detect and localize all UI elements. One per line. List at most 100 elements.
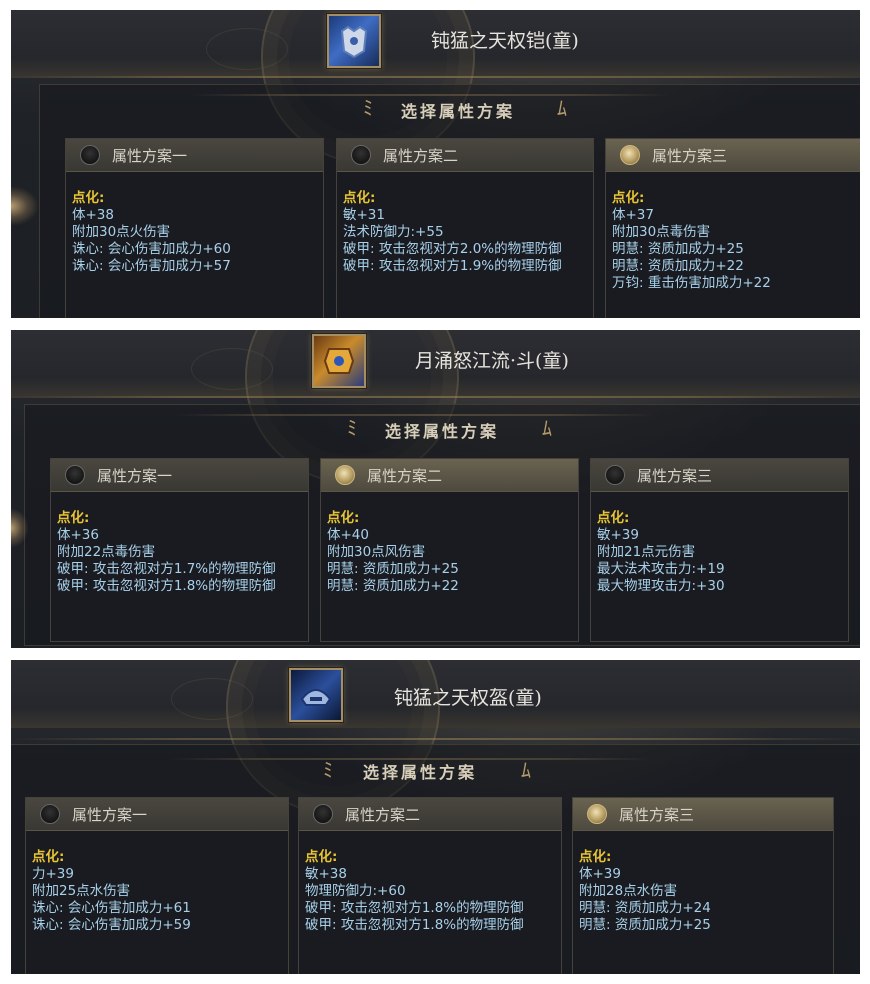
item-name: 月涌怒江流·斗(童) bbox=[415, 350, 569, 372]
attribute-line: 附加22点毒伤害 bbox=[57, 544, 156, 560]
side-ornament bbox=[11, 186, 39, 226]
scheme-label: 属性方案三 bbox=[637, 467, 713, 485]
flourish-right-icon: ﾑ bbox=[542, 416, 552, 440]
helmet-icon[interactable] bbox=[289, 668, 343, 722]
attribute-line: 体+36 bbox=[57, 527, 99, 543]
radio-button[interactable] bbox=[80, 145, 100, 165]
enchant-heading: 点化: bbox=[343, 190, 376, 206]
flourish-left-icon: ﾐ bbox=[323, 758, 333, 782]
section-title: 选择属性方案 bbox=[385, 422, 500, 441]
flourish-left-icon: ﾐ bbox=[363, 96, 373, 120]
attribute-line: 明慧: 资质加成力+25 bbox=[612, 241, 744, 257]
enchant-heading: 点化: bbox=[32, 849, 65, 865]
attribute-line: 诛心: 会心伤害加成力+57 bbox=[72, 258, 231, 274]
attribute-line: 体+38 bbox=[72, 207, 114, 223]
section-title: 选择属性方案 bbox=[401, 102, 516, 121]
header-divider bbox=[11, 738, 860, 740]
attribute-line: 敏+39 bbox=[597, 527, 639, 543]
attribute-line: 法术防御力:+55 bbox=[343, 224, 444, 240]
item-panel-2: 月涌怒江流·斗(童) ﾐ 选择属性方案 ﾑ 属性方案一 点化: 体+36 附加2… bbox=[11, 330, 860, 648]
attribute-line: 万钧: 重击伤害加成力+22 bbox=[612, 275, 771, 291]
scheme-option-1[interactable]: 属性方案一 点化: 体+38 附加30点火伤害 诛心: 会心伤害加成力+60 诛… bbox=[65, 138, 324, 318]
scheme-label: 属性方案三 bbox=[652, 147, 728, 165]
scheme-option-1[interactable]: 属性方案一 点化: 力+39 附加25点水伤害 诛心: 会心伤害加成力+61 诛… bbox=[25, 797, 289, 974]
radio-button[interactable] bbox=[605, 465, 625, 485]
side-ornament bbox=[11, 508, 29, 548]
scheme-option-3[interactable]: 属性方案三 点化: 体+37 附加30点毒伤害 明慧: 资质加成力+25 明慧:… bbox=[605, 138, 860, 318]
scheme-label: 属性方案二 bbox=[345, 806, 421, 824]
section-divider bbox=[191, 94, 671, 96]
armor-icon[interactable] bbox=[327, 14, 381, 68]
attribute-line: 明慧: 资质加成力+25 bbox=[327, 561, 459, 577]
header-divider bbox=[11, 396, 860, 398]
radio-button[interactable] bbox=[313, 804, 333, 824]
attribute-line: 最大物理攻击力:+30 bbox=[597, 578, 725, 594]
enchant-heading: 点化: bbox=[579, 849, 612, 865]
radio-button[interactable] bbox=[40, 804, 60, 824]
radio-button-selected[interactable] bbox=[587, 804, 607, 824]
attribute-line: 诛心: 会心伤害加成力+60 bbox=[72, 241, 231, 257]
enchant-heading: 点化: bbox=[327, 510, 360, 526]
attribute-line: 明慧: 资质加成力+22 bbox=[612, 258, 744, 274]
attribute-line: 附加30点火伤害 bbox=[72, 224, 171, 240]
item-name: 钝猛之天权盔(童) bbox=[394, 687, 542, 709]
scheme-option-2[interactable]: 属性方案二 点化: 敏+31 法术防御力:+55 破甲: 攻击忽视对方2.0%的… bbox=[336, 138, 594, 318]
scheme-label: 属性方案一 bbox=[112, 147, 188, 165]
header-decoration bbox=[191, 348, 273, 390]
attribute-line: 敏+38 bbox=[305, 866, 347, 882]
section-title: 选择属性方案 bbox=[363, 763, 478, 782]
attribute-line: 力+39 bbox=[32, 866, 74, 882]
scheme-option-3[interactable]: 属性方案三 点化: 体+39 附加28点水伤害 明慧: 资质加成力+24 明慧:… bbox=[572, 797, 834, 974]
attribute-line: 破甲: 攻击忽视对方2.0%的物理防御 bbox=[343, 241, 562, 257]
attribute-line: 物理防御力:+60 bbox=[305, 883, 406, 899]
attribute-line: 体+37 bbox=[612, 207, 654, 223]
radio-button[interactable] bbox=[351, 145, 371, 165]
attribute-line: 破甲: 攻击忽视对方1.8%的物理防御 bbox=[57, 578, 276, 594]
header-decoration bbox=[171, 678, 253, 720]
item-panel-1: 钝猛之天权铠(童) ﾐ 选择属性方案 ﾑ 属性方案一 点化: 体+38 附加30… bbox=[11, 10, 860, 318]
attribute-line: 破甲: 攻击忽视对方1.8%的物理防御 bbox=[305, 900, 524, 916]
attribute-line: 明慧: 资质加成力+24 bbox=[579, 900, 711, 916]
header-divider bbox=[11, 76, 860, 78]
attribute-line: 体+40 bbox=[327, 527, 369, 543]
attribute-line: 诛心: 会心伤害加成力+59 bbox=[32, 917, 191, 933]
attribute-line: 附加25点水伤害 bbox=[32, 883, 131, 899]
attribute-line: 明慧: 资质加成力+25 bbox=[579, 917, 711, 933]
attribute-line: 附加30点风伤害 bbox=[327, 544, 426, 560]
attribute-line: 明慧: 资质加成力+22 bbox=[327, 578, 459, 594]
enchant-heading: 点化: bbox=[612, 190, 645, 206]
scheme-label: 属性方案三 bbox=[619, 806, 695, 824]
attribute-line: 最大法术攻击力:+19 bbox=[597, 561, 725, 577]
attribute-line: 诛心: 会心伤害加成力+61 bbox=[32, 900, 191, 916]
scheme-option-3[interactable]: 属性方案三 点化: 敏+39 附加21点元伤害 最大法术攻击力:+19 最大物理… bbox=[590, 458, 849, 642]
scheme-label: 属性方案一 bbox=[72, 806, 148, 824]
item-name: 钝猛之天权铠(童) bbox=[431, 30, 579, 52]
flourish-left-icon: ﾐ bbox=[347, 416, 357, 440]
header-decoration bbox=[206, 28, 288, 70]
enchant-heading: 点化: bbox=[597, 510, 630, 526]
enchant-heading: 点化: bbox=[57, 510, 90, 526]
radio-button-selected[interactable] bbox=[620, 145, 640, 165]
attribute-line: 敏+31 bbox=[343, 207, 385, 223]
scheme-option-2[interactable]: 属性方案二 点化: 敏+38 物理防御力:+60 破甲: 攻击忽视对方1.8%的… bbox=[298, 797, 562, 974]
flourish-right-icon: ﾑ bbox=[521, 758, 531, 782]
attribute-line: 附加21点元伤害 bbox=[597, 544, 696, 560]
enchant-heading: 点化: bbox=[72, 190, 105, 206]
radio-button-selected[interactable] bbox=[335, 465, 355, 485]
attribute-line: 破甲: 攻击忽视对方1.7%的物理防御 bbox=[57, 561, 276, 577]
attribute-line: 附加28点水伤害 bbox=[579, 883, 678, 899]
bracer-icon[interactable] bbox=[312, 334, 366, 388]
scheme-option-1[interactable]: 属性方案一 点化: 体+36 附加22点毒伤害 破甲: 攻击忽视对方1.7%的物… bbox=[50, 458, 309, 642]
scheme-label: 属性方案二 bbox=[367, 467, 443, 485]
attribute-line: 破甲: 攻击忽视对方1.9%的物理防御 bbox=[343, 258, 562, 274]
scheme-label: 属性方案一 bbox=[97, 467, 173, 485]
attribute-line: 破甲: 攻击忽视对方1.8%的物理防御 bbox=[305, 917, 524, 933]
scheme-label: 属性方案二 bbox=[383, 147, 459, 165]
radio-button[interactable] bbox=[65, 465, 85, 485]
scheme-option-2[interactable]: 属性方案二 点化: 体+40 附加30点风伤害 明慧: 资质加成力+25 明慧:… bbox=[320, 458, 579, 642]
flourish-right-icon: ﾑ bbox=[557, 96, 567, 120]
enchant-heading: 点化: bbox=[305, 849, 338, 865]
attribute-line: 体+39 bbox=[579, 866, 621, 882]
item-panel-3: 钝猛之天权盔(童) ﾐ 选择属性方案 ﾑ 属性方案一 点化: 力+39 附加25… bbox=[11, 660, 860, 974]
attribute-line: 附加30点毒伤害 bbox=[612, 224, 711, 240]
